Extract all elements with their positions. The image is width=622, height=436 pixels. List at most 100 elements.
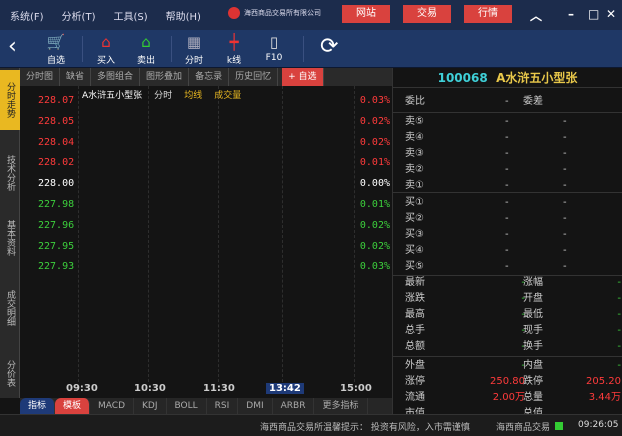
- price-label: 227.95: [38, 240, 75, 252]
- grid-chart-icon: ▦: [186, 33, 202, 51]
- dmi-tab[interactable]: DMI: [238, 398, 273, 414]
- stat-row: 总额 - 换手 -: [393, 339, 622, 355]
- stat-value: -: [521, 341, 525, 352]
- order-price: -: [505, 245, 509, 256]
- time-axis: 09:30 10:30 11:30 13:42 15:00: [20, 382, 392, 398]
- menu-analysis[interactable]: 分析(T): [62, 8, 96, 23]
- change-label: 0.03%: [359, 261, 390, 273]
- stat-row: 涨跌 - 开盘 -: [393, 291, 622, 307]
- tab-timeshare-chart[interactable]: 分时图: [20, 68, 61, 86]
- website-button[interactable]: 网站: [342, 5, 390, 23]
- stat-label: 最新: [405, 277, 425, 288]
- order-label: 买②: [405, 213, 424, 224]
- refresh-icon[interactable]: ⟳: [320, 34, 338, 59]
- legend-price: 分时: [154, 91, 173, 101]
- stat-label: 外盘: [405, 360, 425, 371]
- quotes-button[interactable]: 行情: [464, 5, 512, 23]
- timeshare-button[interactable]: ▦ 分时: [176, 32, 212, 66]
- change-label: 0.00%: [359, 178, 390, 190]
- kline-button[interactable]: ┿ k线: [216, 32, 252, 66]
- side-tab-timeshare[interactable]: 分时走势: [0, 70, 20, 130]
- stat-row: 外盘 - 内盘 -: [393, 358, 622, 374]
- add-watchlist-button[interactable]: + 自选: [282, 68, 324, 86]
- collapse-icon[interactable]: ︿: [530, 7, 542, 24]
- minimize-icon[interactable]: –: [568, 7, 574, 21]
- label: 委比: [405, 96, 425, 107]
- maximize-icon[interactable]: □: [588, 7, 599, 21]
- tab-overlay[interactable]: 图形叠加: [140, 68, 190, 86]
- stat-label: 跌停: [523, 376, 543, 387]
- side-tab-price-table[interactable]: 分价表: [0, 353, 20, 393]
- clock: 09:26:05: [578, 420, 619, 430]
- stat-value: -: [617, 309, 621, 320]
- value: -: [505, 96, 509, 107]
- tab-history[interactable]: 历史回忆: [229, 68, 279, 86]
- order-book-row: 买② - -: [393, 211, 622, 227]
- stat-row: 最高 - 最低 -: [393, 307, 622, 323]
- rsi-tab[interactable]: RSI: [207, 398, 239, 414]
- order-volume: -: [563, 261, 567, 272]
- kdj-tab[interactable]: KDJ: [134, 398, 167, 414]
- indicator-tab[interactable]: 指标: [20, 398, 56, 414]
- legend-name: A水浒五小型张: [82, 91, 143, 101]
- back-icon[interactable]: ‹: [8, 34, 17, 59]
- stat-label: 换手: [523, 341, 543, 352]
- menu-help[interactable]: 帮助(H): [166, 8, 201, 23]
- watchlist-button[interactable]: 🛒 自选: [38, 32, 74, 66]
- legend-volume: 成交量: [214, 91, 242, 101]
- indicator-tabs: 指标 模板 MACD KDJ BOLL RSI DMI ARBR 更多指标: [20, 398, 392, 414]
- logo-text: 海西商品交易所有限公司: [244, 9, 321, 17]
- stat-label: 总手: [405, 325, 425, 336]
- order-volume: -: [563, 197, 567, 208]
- title-bar: 系统(F) 分析(T) 工具(S) 帮助(H) 海西商品交易所有限公司 网站 交…: [0, 0, 622, 30]
- stat-value: -: [521, 360, 525, 371]
- arbr-tab[interactable]: ARBR: [273, 398, 315, 414]
- current-time-label: 13:42: [266, 383, 304, 394]
- cart-icon: 🛒: [46, 33, 66, 51]
- stat-value: -: [617, 277, 621, 288]
- template-tab[interactable]: 模板: [55, 398, 91, 414]
- boll-tab[interactable]: BOLL: [167, 398, 207, 414]
- stat-value: 205.20: [586, 376, 621, 387]
- change-label: 0.02%: [359, 136, 390, 148]
- stat-value: -: [617, 325, 621, 336]
- stat-label: 内盘: [523, 360, 543, 371]
- price-label: 227.96: [38, 219, 75, 231]
- candlestick-icon: ┿: [229, 33, 239, 51]
- buy-button[interactable]: ⌂ 买入: [88, 32, 124, 66]
- tab-memo[interactable]: 备忘录: [189, 68, 230, 86]
- order-label: 买⑤: [405, 261, 424, 272]
- time-label: 11:30: [203, 383, 235, 394]
- side-tab-trades[interactable]: 成交明细: [0, 278, 20, 338]
- time-label: 15:00: [340, 383, 372, 394]
- f10-label: F10: [265, 53, 283, 63]
- side-tabs: 分时走势 技术分析 基本资料 成交明细 分价表: [0, 68, 20, 398]
- change-label: 0.01%: [359, 199, 390, 210]
- side-tab-technical[interactable]: 技术分析: [0, 148, 20, 198]
- logo-icon: [228, 7, 240, 19]
- macd-tab[interactable]: MACD: [90, 398, 135, 414]
- f10-button[interactable]: ▯ F10: [256, 32, 292, 63]
- symbol-code: 100068: [437, 71, 488, 85]
- buy-label: 买入: [96, 56, 115, 66]
- change-label: 0.01%: [359, 157, 390, 169]
- order-label: 卖④: [405, 132, 424, 143]
- more-indicators-tab[interactable]: 更多指标: [314, 398, 368, 414]
- close-icon[interactable]: ✕: [606, 7, 616, 21]
- order-label: 卖②: [405, 164, 424, 175]
- price-chart[interactable]: A水浒五小型张 分时 均线 成交量 228.07 0.03% 228.05 0.02%…: [20, 86, 392, 382]
- order-book-row: 买① - -: [393, 195, 622, 211]
- price-label: 228.04: [38, 136, 75, 148]
- menu-system[interactable]: 系统(F): [10, 8, 44, 23]
- order-book-row: 卖④ - -: [393, 130, 622, 146]
- tab-default[interactable]: 缺省: [60, 68, 92, 86]
- notice-text: 海西商品交易所温馨提示： 投资有风险，入市需谨慎: [260, 423, 470, 433]
- menu-tools[interactable]: 工具(S): [113, 8, 147, 23]
- tab-multi-chart[interactable]: 多图组合: [91, 68, 141, 86]
- side-tab-fundamentals[interactable]: 基本资料: [0, 213, 20, 263]
- house-sell-icon: ⌂: [141, 33, 151, 51]
- trade-button[interactable]: 交易: [403, 5, 451, 23]
- sell-button[interactable]: ⌂ 卖出: [128, 32, 164, 66]
- price-label: 228.00: [38, 178, 75, 190]
- order-volume: -: [563, 116, 567, 127]
